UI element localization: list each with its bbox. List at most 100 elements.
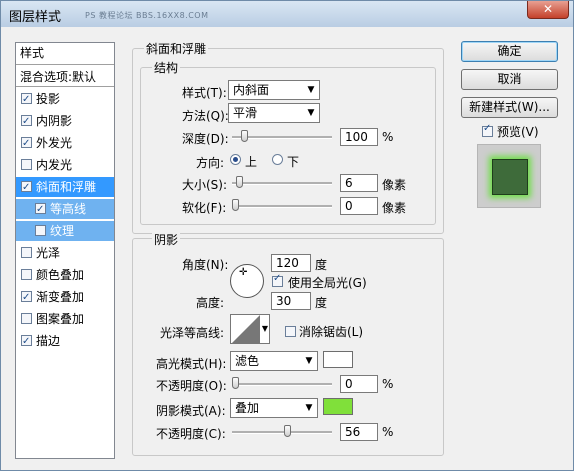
shadow-opacity-track[interactable] xyxy=(232,431,332,434)
style-item[interactable]: 颜色叠加 xyxy=(16,265,114,285)
size-field[interactable]: 6 xyxy=(340,174,378,192)
altitude-unit: 度 xyxy=(315,296,328,310)
depth-field[interactable]: 100 xyxy=(340,128,378,146)
angle-field[interactable]: 120 xyxy=(271,254,311,272)
shadow-opacity-field[interactable]: 56 xyxy=(340,423,378,441)
style-item[interactable]: 外发光 xyxy=(16,133,114,154)
preview-checkbox[interactable] xyxy=(482,123,493,137)
chevron-down-icon: ▼ xyxy=(307,108,315,118)
chevron-down-icon: ▼ xyxy=(305,403,313,413)
soften-slider-thumb[interactable] xyxy=(232,199,239,211)
highlight-mode-label: 高光模式(H): xyxy=(156,357,227,371)
direction-down-label: 下 xyxy=(287,155,300,169)
highlight-opacity-thumb[interactable] xyxy=(232,377,239,389)
ok-button[interactable]: 确定 xyxy=(461,41,558,62)
style-item-label: 描边 xyxy=(36,334,61,348)
highlight-opacity-field[interactable]: 0 xyxy=(340,375,378,393)
window-title: 图层样式 xyxy=(9,10,62,25)
shadow-opacity-label: 不透明度(C): xyxy=(156,427,226,441)
shadow-opacity-thumb[interactable] xyxy=(284,425,292,437)
style-item-checkbox[interactable] xyxy=(21,90,32,110)
style-item[interactable]: 斜面和浮雕 xyxy=(16,177,114,198)
soften-field[interactable]: 0 xyxy=(340,197,378,215)
style-item-label: 颜色叠加 xyxy=(36,268,85,282)
highlight-color-swatch[interactable] xyxy=(323,351,353,368)
style-item-checkbox[interactable] xyxy=(21,159,32,170)
style-item-label: 纹理 xyxy=(50,224,75,238)
style-preview-thumbnail xyxy=(477,144,541,208)
style-item-checkbox[interactable] xyxy=(21,313,32,324)
soften-unit: 像素 xyxy=(382,201,407,215)
depth-slider-thumb[interactable] xyxy=(241,130,249,142)
soften-label: 软化(F): xyxy=(182,201,227,215)
angle-dial[interactable]: ✛ xyxy=(230,264,264,298)
blend-options-item[interactable]: 混合选项:默认 xyxy=(16,67,114,87)
style-item-label: 图案叠加 xyxy=(36,312,85,326)
style-item-label: 光泽 xyxy=(36,246,61,260)
style-item-checkbox[interactable] xyxy=(21,332,32,352)
global-light-label: 使用全局光(G) xyxy=(288,276,367,290)
cancel-button[interactable]: 取消 xyxy=(461,69,558,90)
style-item[interactable]: 图案叠加 xyxy=(16,309,114,329)
style-item-label: 投影 xyxy=(36,92,61,106)
style-item[interactable]: 内发光 xyxy=(16,155,114,175)
shadow-color-swatch[interactable] xyxy=(323,398,353,415)
styles-header[interactable]: 样式 xyxy=(16,43,114,65)
bevel-emboss-panel: 斜面和浮雕 结构 样式(T): 内斜面 ▼ 方法(Q): 平滑 ▼ 深度(D): 1… xyxy=(132,40,444,459)
shading-title: 阴影 xyxy=(152,231,181,248)
style-item-checkbox[interactable] xyxy=(35,225,46,236)
style-item-label: 内阴影 xyxy=(36,114,73,128)
style-label: 样式(T): xyxy=(182,86,227,100)
close-button[interactable]: ✕ xyxy=(527,1,569,19)
crosshair-icon: ✛ xyxy=(239,267,248,278)
depth-unit: % xyxy=(382,130,394,144)
gloss-contour-picker[interactable]: ▼ xyxy=(230,314,270,344)
shadow-mode-label: 阴影模式(A): xyxy=(156,404,226,418)
style-item-checkbox[interactable] xyxy=(21,247,32,258)
structure-title: 结构 xyxy=(152,59,181,76)
style-item-label: 渐变叠加 xyxy=(36,290,85,304)
highlight-opacity-track[interactable] xyxy=(232,383,332,386)
soften-slider-track[interactable] xyxy=(232,205,332,208)
size-slider-track[interactable] xyxy=(232,182,332,185)
angle-unit: 度 xyxy=(315,258,328,272)
style-item-checkbox[interactable] xyxy=(21,178,32,198)
style-item[interactable]: 渐变叠加 xyxy=(16,287,114,308)
shadow-mode-select[interactable]: 叠加 ▼ xyxy=(230,398,318,418)
style-item-checkbox[interactable] xyxy=(35,200,46,220)
style-item-label: 等高线 xyxy=(50,202,87,216)
close-icon: ✕ xyxy=(542,2,554,16)
depth-label: 深度(D): xyxy=(182,132,229,146)
technique-label: 方法(Q): xyxy=(182,109,229,123)
style-item-checkbox[interactable] xyxy=(21,112,32,132)
highlight-opacity-label: 不透明度(O): xyxy=(156,379,227,393)
style-item[interactable]: 描边 xyxy=(16,331,114,352)
altitude-field[interactable]: 30 xyxy=(271,292,311,310)
style-item-label: 内发光 xyxy=(36,158,73,172)
style-item[interactable]: 纹理 xyxy=(16,221,114,241)
size-label: 大小(S): xyxy=(182,178,228,192)
style-item-checkbox[interactable] xyxy=(21,288,32,308)
bevel-style-select[interactable]: 内斜面 ▼ xyxy=(228,80,320,100)
style-item[interactable]: 投影 xyxy=(16,89,114,110)
style-item-checkbox[interactable] xyxy=(21,269,32,280)
global-light-checkbox[interactable] xyxy=(272,273,283,287)
style-item[interactable]: 等高线 xyxy=(16,199,114,220)
preview-label: 预览(V) xyxy=(497,125,539,139)
highlight-opacity-unit: % xyxy=(382,377,394,391)
style-item[interactable]: 光泽 xyxy=(16,243,114,263)
size-slider-thumb[interactable] xyxy=(235,176,243,188)
direction-up-radio[interactable] xyxy=(230,154,241,165)
styles-list: 样式 混合选项:默认 投影内阴影外发光内发光斜面和浮雕等高线纹理光泽颜色叠加渐变… xyxy=(15,42,115,459)
contour-icon xyxy=(232,315,260,343)
new-style-button[interactable]: 新建样式(W)... xyxy=(461,97,558,118)
style-item[interactable]: 内阴影 xyxy=(16,111,114,132)
preview-square xyxy=(492,159,528,195)
style-item-checkbox[interactable] xyxy=(21,134,32,154)
watermark: PS 教程论坛 BBS.16XX8.COM xyxy=(85,11,209,20)
technique-select[interactable]: 平滑 ▼ xyxy=(228,103,320,123)
direction-down-radio[interactable] xyxy=(272,154,283,165)
size-unit: 像素 xyxy=(382,178,407,192)
antialias-checkbox[interactable] xyxy=(285,326,296,337)
highlight-mode-select[interactable]: 滤色 ▼ xyxy=(230,351,318,371)
